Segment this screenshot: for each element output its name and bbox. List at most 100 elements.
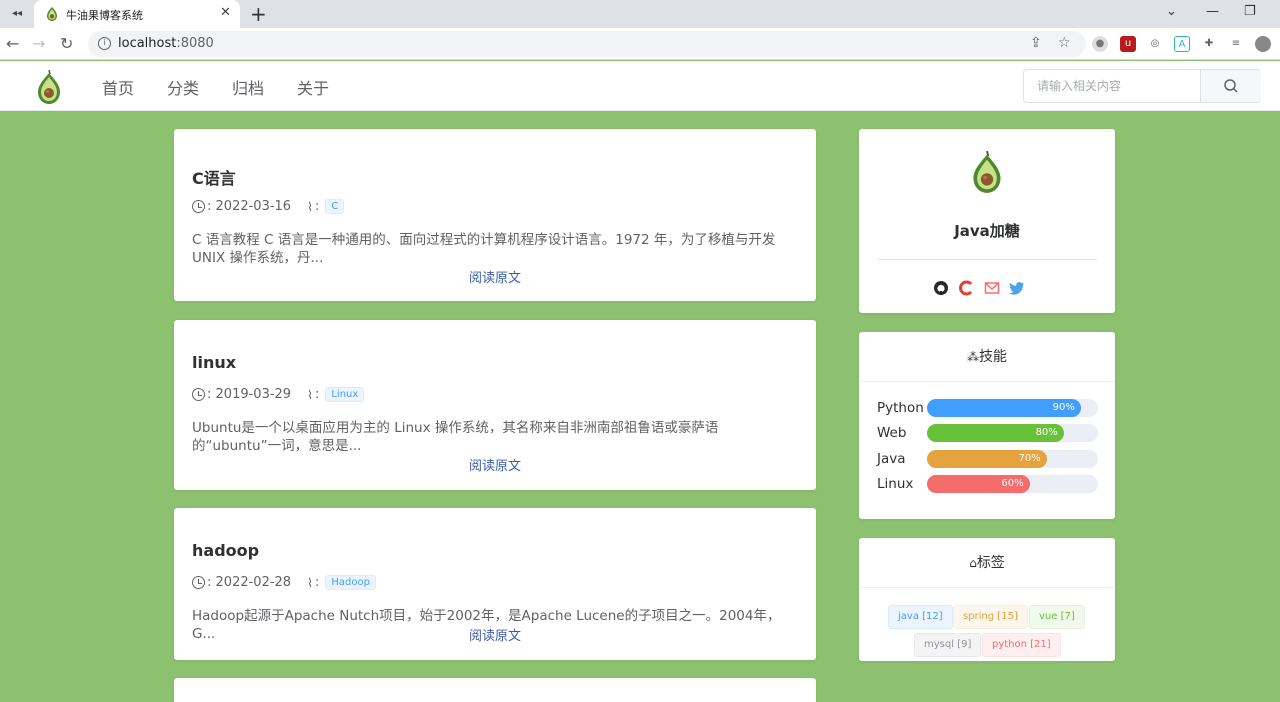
skill-progress-bar: 90% [927,399,1098,417]
skill-percent: 80% [1035,427,1058,438]
tag-item[interactable]: java [12] [888,605,953,629]
post-date: 2019-03-29 [215,387,292,402]
post-summary: C 语言教程 C 语言是一种通用的、面向过程式的计算机程序设计语言。1972 年… [192,232,776,266]
skill-row: Web 80% [877,424,1099,442]
clock-icon [192,388,205,401]
skill-progress-bar: 70% [927,450,1098,468]
translate-extension-icon[interactable]: A [1174,36,1190,52]
sparkle-icon: ⁂ [967,350,979,364]
extension-circle-icon[interactable]: ● [1092,36,1108,52]
avocado-avatar-icon [973,150,1001,193]
address-bar[interactable]: i localhost:8080 ⇪ ☆ [88,31,1086,57]
post-meta: : 2022-03-16 ⌇: C [192,199,345,214]
reload-icon[interactable]: ↻ [60,34,73,53]
post-title[interactable]: linux [192,353,236,372]
profile-avatar[interactable] [1255,36,1271,52]
tag-icon: ⌂ [969,556,977,570]
post-tag[interactable]: Hadoop [325,575,376,590]
skill-progress-fill: 90% [927,399,1081,417]
profile-name: Java加糖 [954,222,1020,240]
skill-progress-bar: 60% [927,475,1098,493]
search-button[interactable] [1200,70,1261,102]
skill-percent: 60% [1001,478,1024,489]
csdn-icon[interactable] [958,280,974,296]
post-card: hadoop : 2022-02-28 ⌇: Hadoop Hadoop起源于A… [174,508,816,660]
tag-item[interactable]: vue [7] [1029,605,1085,629]
skills-card: ⁂技能 Python 90% Web 80% Java 70% Linux 60% [859,332,1115,519]
tab-search-icon[interactable]: ◂◂ [8,6,26,22]
post-date: 2022-02-28 [215,575,292,590]
post-card: linux : 2019-03-29 ⌇: Linux Ubuntu是一个以桌面… [174,320,816,490]
skill-name: Linux [877,476,914,492]
read-more-link[interactable]: 阅读原文 [174,455,816,474]
read-more-link[interactable]: 阅读原文 [174,267,816,286]
bookmark-star-icon[interactable]: ☆ [1058,35,1071,51]
post-date: 2022-03-16 [215,199,292,214]
search-input[interactable] [1024,70,1200,102]
extension-eye-icon[interactable]: ◎ [1147,36,1163,52]
post-tag[interactable]: Linux [325,387,365,402]
tag-item[interactable]: spring [15] [953,605,1028,629]
browser-tab-bar: ◂◂ 牛油果博客系统 ✕ + ⌄ — ❐ [0,0,1280,28]
tab-title: 牛油果博客系统 [66,9,143,22]
nav-category[interactable]: 分类 [167,75,199,99]
skill-progress-bar: 80% [927,424,1098,442]
post-summary: Ubuntu是一个以桌面应用为主的 Linux 操作系统，其名称来自非洲南部祖鲁… [192,420,719,454]
skill-percent: 90% [1052,402,1075,413]
nav-home[interactable]: 首页 [102,75,134,99]
browser-toolbar: ← → ↻ i localhost:8080 ⇪ ☆ ● u ◎ A ✚ ≡ [0,28,1280,60]
search-icon [1224,79,1238,93]
forward-arrow-icon[interactable]: → [32,34,45,53]
paperclip-icon: ⌇ [307,387,313,402]
back-arrow-icon[interactable]: ← [6,34,19,53]
nav-archive[interactable]: 归档 [232,75,264,99]
post-card: C语言 : 2022-03-16 ⌇: C C 语言教程 C 语言是一种通用的、… [174,129,816,301]
skill-row: Python 90% [877,399,1099,417]
email-icon[interactable] [984,280,1000,296]
extensions-puzzle-icon[interactable]: ✚ [1201,36,1217,52]
search-box [1023,69,1261,103]
skill-progress-fill: 80% [927,424,1064,442]
clock-icon [192,576,205,589]
tab-close-icon[interactable]: ✕ [220,5,231,20]
profile-card: Java加糖 [859,129,1115,313]
clock-icon [192,200,205,213]
avocado-favicon-icon [47,7,57,21]
skill-progress-fill: 60% [927,475,1030,493]
skill-percent: 70% [1018,453,1041,464]
skill-progress-fill: 70% [927,450,1047,468]
divider [877,259,1097,260]
post-title[interactable]: C语言 [192,165,236,189]
skill-name: Python [877,400,924,416]
paperclip-icon: ⌇ [307,575,313,590]
skill-name: Java [877,451,906,467]
tags-header: ⌂标签 [859,538,1115,588]
skill-row: Linux 60% [877,475,1099,493]
avocado-logo-icon[interactable] [36,69,62,105]
post-title[interactable]: hadoop [192,541,259,560]
tag-item[interactable]: mysql [9] [914,633,982,657]
site-info-icon[interactable]: i [98,37,111,50]
post-tag[interactable]: C [325,199,345,214]
github-icon[interactable] [933,280,949,296]
browser-tab[interactable]: 牛油果博客系统 ✕ [34,0,240,28]
new-tab-icon[interactable]: + [250,2,267,26]
ublock-icon[interactable]: u [1120,36,1136,52]
restore-icon[interactable]: ❐ [1244,4,1256,19]
minimize-icon[interactable]: — [1206,4,1219,19]
site-header: 首页 分类 归档 关于 [0,61,1280,111]
twitter-icon[interactable] [1009,280,1025,296]
post-meta: : 2022-02-28 ⌇: Hadoop [192,575,376,590]
read-more-link[interactable]: 阅读原文 [174,625,816,644]
skill-row: Java 70% [877,450,1099,468]
skills-header: ⁂技能 [859,332,1115,382]
paperclip-icon: ⌇ [307,199,313,214]
reading-list-icon[interactable]: ≡ [1228,36,1244,52]
share-icon[interactable]: ⇪ [1030,35,1042,51]
nav-about[interactable]: 关于 [297,75,329,99]
tab-list-chevron-icon[interactable]: ⌄ [1166,4,1177,19]
address-url: localhost:8080 [118,36,214,51]
skill-name: Web [877,425,907,441]
tag-item[interactable]: python [21] [982,633,1061,657]
post-meta: : 2019-03-29 ⌇: Linux [192,387,365,402]
